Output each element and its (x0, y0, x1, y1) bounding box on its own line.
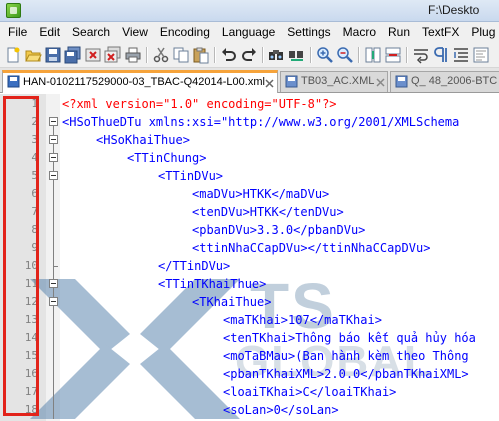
menu-search[interactable]: Search (66, 22, 116, 42)
fold-toggle-icon[interactable] (49, 135, 58, 144)
code-text: <loaiTKhai>C</loaiTKhai> (223, 385, 397, 399)
code-text: <TTinChung> (127, 151, 207, 165)
code-line[interactable]: 15 <moTaBMau>(Ban hành kèm theo Thông (0, 347, 499, 365)
tab-label: Q_ 48_2006-BTC ( (411, 75, 499, 87)
tab-tb03-xml[interactable]: TB03_AC.XML (280, 71, 388, 92)
code-text: <ttinNhaCCapDVu></ttinNhaCCapDVu> (192, 241, 431, 255)
word-wrap-icon[interactable] (412, 46, 430, 64)
code-line[interactable]: 16 <pbanTKhaiXML>2.0.0</pbanTKhaiXML> (0, 365, 499, 383)
menu-run[interactable]: Run (382, 22, 416, 42)
editor[interactable]: TS GLOBAL 1 <?xml version="1.0" encoding… (0, 94, 499, 421)
menu-file[interactable]: File (2, 22, 33, 42)
code-line[interactable]: 14 <tenTKhai>Thông báo kết quả hủy hóa (0, 329, 499, 347)
tab-label: HAN-0102117529000-03_TBAC-Q42014-L00.xml (23, 76, 265, 88)
menu-settings[interactable]: Settings (281, 22, 336, 42)
code-text: <HSoKhaiThue> (96, 133, 190, 147)
menu-macro[interactable]: Macro (337, 22, 382, 42)
close-icon[interactable] (376, 78, 385, 87)
new-file-icon[interactable] (4, 46, 22, 64)
window-title: F:\Deskto (428, 3, 480, 17)
copy-icon[interactable] (172, 46, 190, 64)
show-all-characters-icon[interactable] (432, 46, 450, 64)
code-text: <pbanTKhaiXML>2.0.0</pbanTKhaiXML> (223, 367, 469, 381)
indent-guide-icon[interactable] (452, 46, 470, 64)
menu-textfx[interactable]: TextFX (416, 22, 465, 42)
code-text: </TTinDVu> (158, 259, 231, 273)
code-line[interactable]: 4 <TTinChung> (0, 149, 499, 167)
save-all-icon[interactable] (64, 46, 82, 64)
code-line[interactable]: 7 <tenDVu>HTKK</tenDVu> (0, 203, 499, 221)
file-saved-icon (7, 75, 20, 88)
cut-icon[interactable] (152, 46, 170, 64)
code-text: <TKhaiThue> (192, 295, 272, 309)
code-line[interactable]: 1 <?xml version="1.0" encoding="UTF-8"?> (0, 95, 499, 113)
code-text: <soLan>0</soLan> (223, 403, 339, 417)
menu-view[interactable]: View (116, 22, 154, 42)
zoom-out-icon[interactable] (336, 46, 354, 64)
code-text: <TTinDVu> (158, 169, 224, 183)
code-text: <maDVu>HTKK</maDVu> (192, 187, 330, 201)
save-icon[interactable] (44, 46, 62, 64)
menu-language[interactable]: Language (216, 22, 281, 42)
document-map-icon[interactable] (472, 46, 490, 64)
sync-vertical-scroll-icon[interactable] (364, 46, 382, 64)
fold-toggle-icon[interactable] (49, 117, 58, 126)
code-line[interactable]: 9 <ttinNhaCCapDVu></ttinNhaCCapDVu> (0, 239, 499, 257)
code-text: <maTKhai>107</maTKhai> (223, 313, 382, 327)
open-file-icon[interactable] (24, 46, 42, 64)
zoom-in-icon[interactable] (316, 46, 334, 64)
code-line[interactable]: 17 <loaiTKhai>C</loaiTKhai> (0, 383, 499, 401)
fold-toggle-icon[interactable] (49, 279, 58, 288)
sync-horizontal-scroll-icon[interactable] (384, 46, 402, 64)
code-text: <moTaBMau>(Ban hành kèm theo Thông (223, 349, 469, 363)
redo-icon[interactable] (240, 46, 258, 64)
replace-icon[interactable] (288, 46, 306, 64)
code-line[interactable]: 3 <HSoKhaiThue> (0, 131, 499, 149)
toolbar (0, 42, 499, 68)
code-line[interactable]: 6 <maDVu>HTKK</maDVu> (0, 185, 499, 203)
code-line[interactable]: 11 <TTinTKhaiThue> (0, 275, 499, 293)
close-all-icon[interactable] (104, 46, 122, 64)
code-line[interactable]: 10 </TTinDVu> (0, 257, 499, 275)
code-text: <tenTKhai>Thông báo kết quả hủy hóa (223, 331, 476, 345)
close-icon[interactable] (265, 79, 274, 88)
code-line[interactable]: 5 <TTinDVu> (0, 167, 499, 185)
code-text: <tenDVu>HTKK</tenDVu> (192, 205, 344, 219)
notepad-plus-plus-icon (6, 3, 21, 18)
code-line[interactable]: 18 <soLan>0</soLan> (0, 401, 499, 419)
code-text: <TTinTKhaiThue> (158, 277, 267, 291)
undo-icon[interactable] (220, 46, 238, 64)
file-saved-icon (285, 75, 298, 88)
menu-bar: File Edit Search View Encoding Language … (0, 22, 499, 42)
code-line[interactable]: 13 <maTKhai>107</maTKhai> (0, 311, 499, 329)
menu-edit[interactable]: Edit (33, 22, 66, 42)
menu-plugins[interactable]: Plug (465, 22, 499, 42)
file-saved-icon (395, 75, 408, 88)
tab-bar: HAN-0102117529000-03_TBAC-Q42014-L00.xml… (0, 68, 499, 93)
tab-q48-btc[interactable]: Q_ 48_2006-BTC ( (390, 71, 499, 92)
code-line[interactable]: 12 <TKhaiThue> (0, 293, 499, 311)
print-icon[interactable] (124, 46, 142, 64)
code-text: <?xml version="1.0" encoding="UTF-8"?> (62, 97, 337, 111)
code-text: <pbanDVu>3.3.0</pbanDVu> (192, 223, 366, 237)
fold-toggle-icon[interactable] (49, 153, 58, 162)
code-text: <HSoThueDTu xmlns:xsi="http://www.w3.org… (62, 115, 460, 129)
menu-encoding[interactable]: Encoding (154, 22, 216, 42)
close-file-icon[interactable] (84, 46, 102, 64)
code-line[interactable]: 8 <pbanDVu>3.3.0</pbanDVu> (0, 221, 499, 239)
annotation-highlight-box (3, 96, 39, 416)
paste-icon[interactable] (192, 46, 210, 64)
code-line[interactable]: 2 <HSoThueDTu xmlns:xsi="http://www.w3.o… (0, 113, 499, 131)
fold-toggle-icon[interactable] (49, 297, 58, 306)
title-bar: F:\Deskto (0, 0, 499, 22)
tab-han-xml[interactable]: HAN-0102117529000-03_TBAC-Q42014-L00.xml (2, 70, 278, 93)
tab-label: TB03_AC.XML (301, 75, 375, 87)
find-icon[interactable] (268, 46, 286, 64)
fold-toggle-icon[interactable] (49, 171, 58, 180)
